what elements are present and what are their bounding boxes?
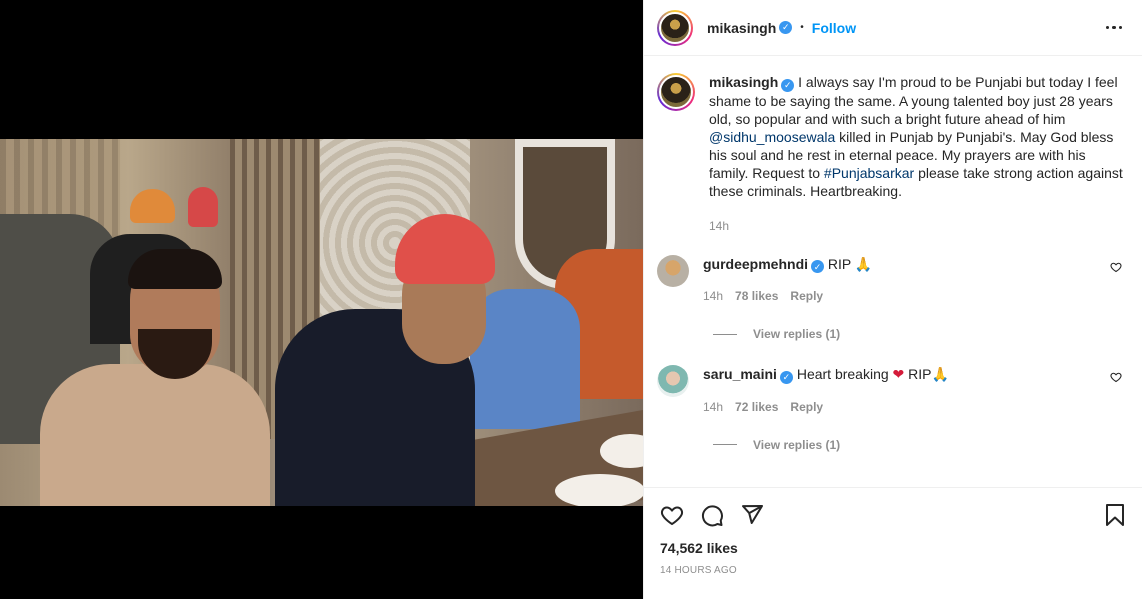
avatar[interactable] [657, 365, 689, 397]
avatar[interactable] [657, 9, 693, 46]
more-horizontal-icon[interactable] [1102, 22, 1127, 34]
avatar[interactable] [657, 254, 689, 287]
mention-link[interactable]: @sidhu_moosewala [709, 129, 835, 145]
verified-badge-icon: ✓ [781, 78, 795, 92]
post-timestamp[interactable]: 14 HOURS AGO [660, 565, 1126, 576]
view-replies-label: View replies (1) [753, 327, 841, 341]
view-replies-button[interactable]: View replies (1) [713, 327, 1126, 341]
post-caption: mikasingh ✓ I always say I'm proud to be … [657, 73, 1126, 235]
bookmark-icon[interactable] [1104, 503, 1126, 527]
comment-time[interactable]: 14h [703, 287, 723, 305]
likes-count[interactable]: 74,562 likes [660, 540, 1126, 556]
post-media [0, 0, 643, 599]
verified-badge-icon: ✓ [811, 260, 825, 273]
caption-time[interactable]: 14h [709, 217, 729, 235]
follow-button[interactable]: Follow [812, 20, 856, 36]
view-replies-label: View replies (1) [753, 437, 841, 452]
avatar[interactable] [657, 73, 695, 111]
comment-text: RIP 🙏 [827, 255, 873, 272]
verified-badge-icon: ✓ [779, 21, 793, 34]
comment-username[interactable]: saru_maini [703, 366, 777, 382]
post-actions: 74,562 likes 14 HOURS AGO [644, 487, 1142, 599]
post-photo[interactable] [0, 139, 643, 506]
header-username[interactable]: mikasingh [707, 20, 776, 36]
view-replies-button[interactable]: View replies (1) [713, 438, 1126, 452]
like-comment-heart-icon[interactable] [1110, 261, 1122, 273]
comment-icon[interactable] [700, 503, 724, 527]
comment-likes[interactable]: 72 likes [735, 398, 778, 416]
post-header: mikasingh ✓ • Follow [644, 0, 1142, 56]
comment-username[interactable]: gurdeepmehndi [703, 256, 808, 272]
comment-text: Heart breaking [796, 366, 893, 382]
separator-dot: • [800, 22, 804, 33]
like-comment-heart-icon[interactable] [1110, 371, 1122, 383]
post-sidebar: mikasingh ✓ • Follow mikasingh ✓ I always… [643, 0, 1142, 599]
share-icon[interactable] [740, 503, 764, 527]
comment-text-2: RIP🙏 [904, 366, 949, 382]
comment-item: saru_maini ✓ Heart breaking ❤ RIP🙏 14h 72… [657, 365, 1126, 416]
comments-list[interactable]: mikasingh ✓ I always say I'm proud to be … [644, 57, 1142, 487]
caption-username[interactable]: mikasingh [709, 74, 778, 90]
comment-likes[interactable]: 78 likes [735, 287, 778, 305]
reply-button[interactable]: Reply [790, 287, 823, 305]
red-heart-emoji: ❤ [892, 366, 905, 382]
comment-item: gurdeepmehndi ✓ RIP 🙏 14h 78 likes Reply [657, 254, 1126, 306]
reply-button[interactable]: Reply [790, 398, 823, 416]
verified-badge-icon: ✓ [779, 370, 793, 384]
heart-icon[interactable] [660, 503, 684, 527]
instagram-post-modal: mikasingh ✓ • Follow mikasingh ✓ I always… [0, 0, 1142, 599]
comment-time[interactable]: 14h [703, 398, 723, 416]
hashtag-link[interactable]: #Punjabsarkar [824, 165, 914, 181]
